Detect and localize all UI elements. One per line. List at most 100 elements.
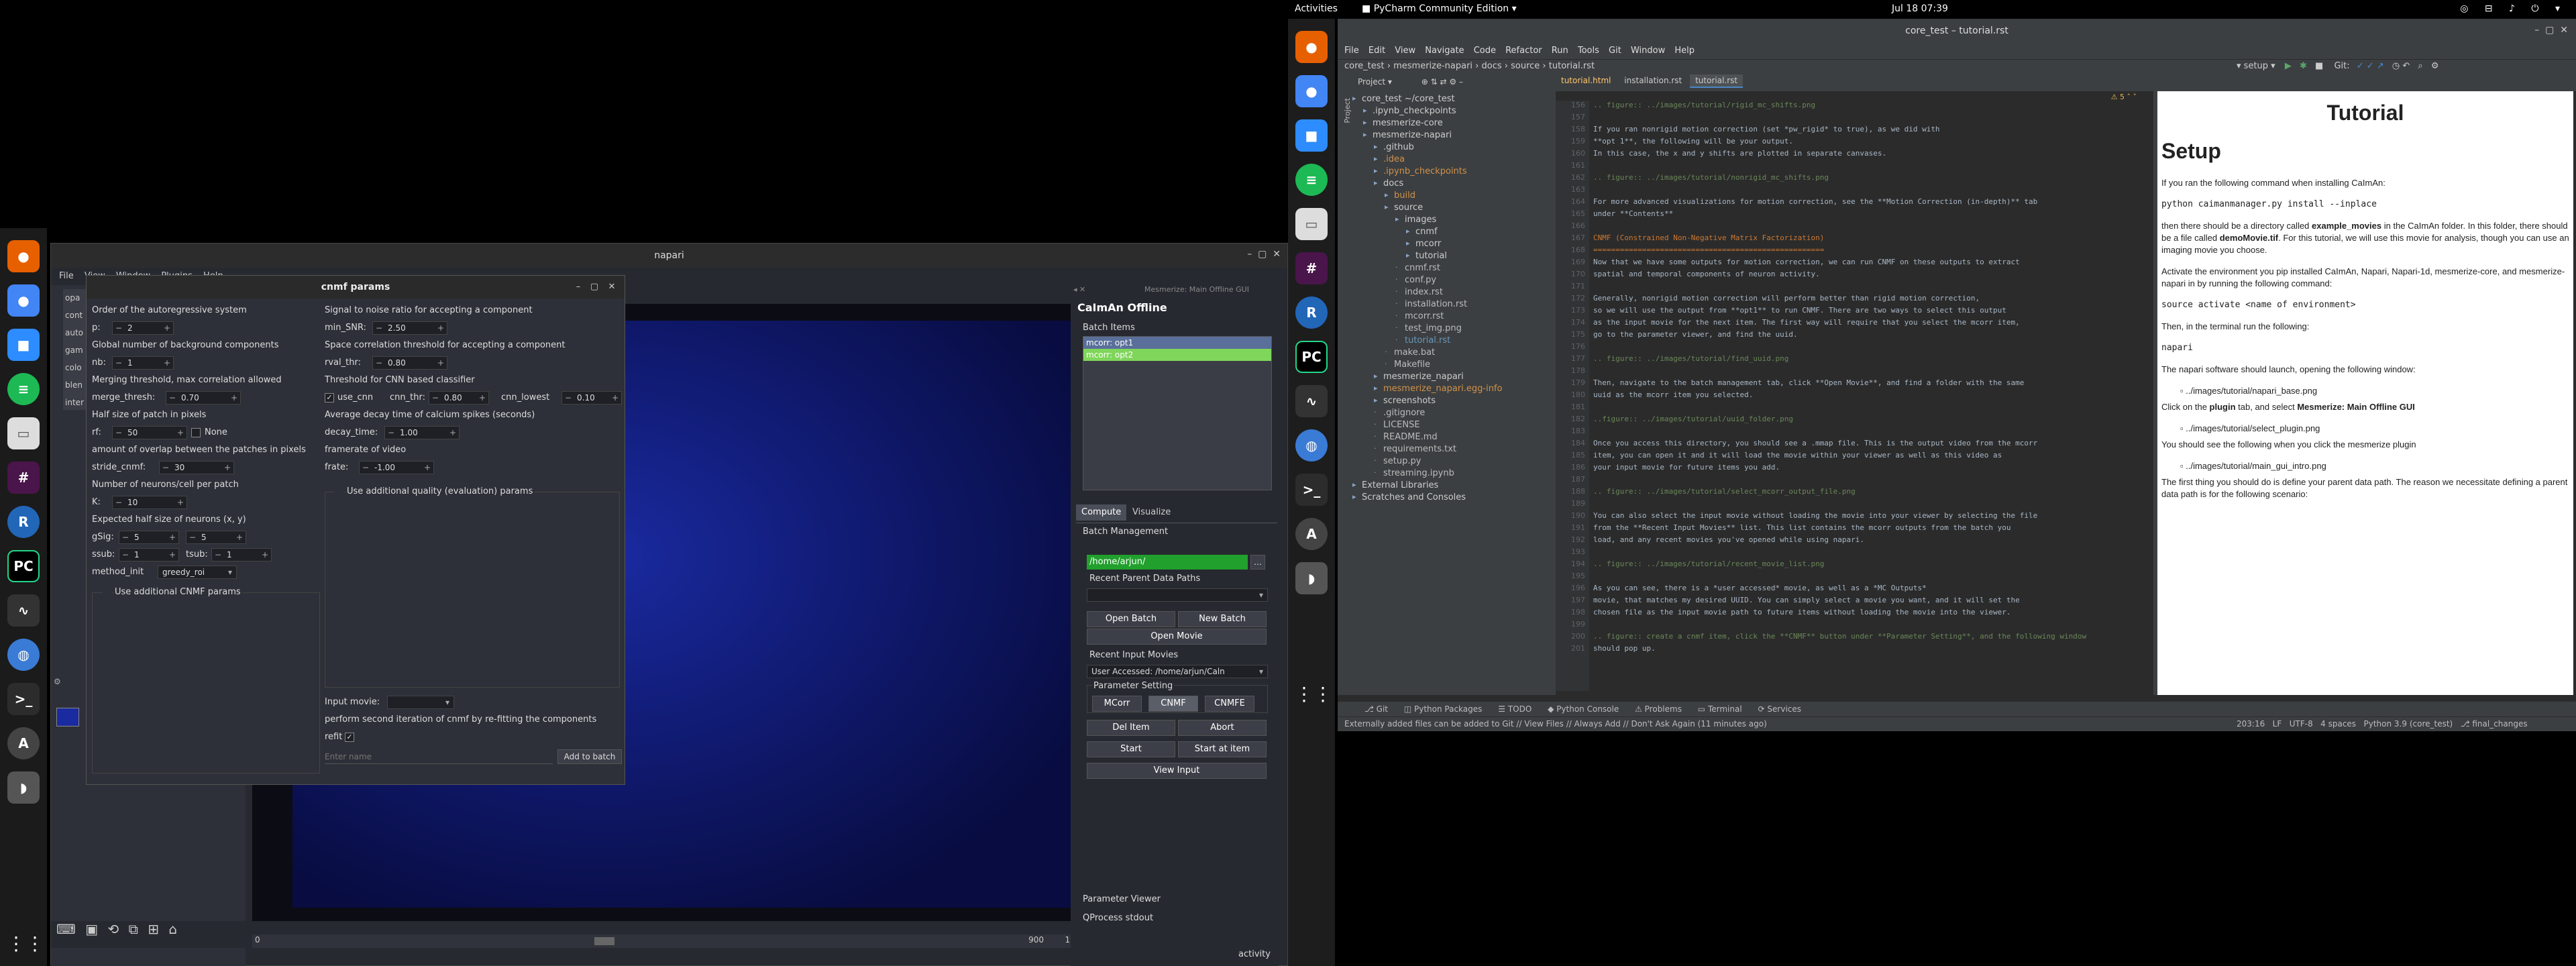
services-tab[interactable]: ⟳ Services	[1758, 704, 1802, 714]
code-line[interactable]: .. figure:: create a cnmf item, click th…	[1593, 632, 2086, 641]
gear-icon[interactable]: ⚙	[2431, 61, 2439, 71]
k-spinbox[interactable]: 10	[112, 496, 187, 509]
interpreter[interactable]: Python 3.9 (core_test)	[2364, 719, 2453, 729]
new-batch-button[interactable]: New Batch	[1178, 611, 1267, 627]
code-line[interactable]: ========================================…	[1593, 246, 1824, 254]
frate-spinbox[interactable]: -1.00	[359, 461, 434, 474]
terminal-icon[interactable]: >_	[7, 683, 40, 715]
open-batch-button[interactable]: Open Batch	[1087, 611, 1175, 627]
activities-button[interactable]: Activities	[1295, 3, 1338, 14]
tab-compute[interactable]: Compute	[1076, 504, 1127, 521]
tree-item[interactable]: index.rst	[1405, 287, 1443, 297]
split-divider[interactable]	[2153, 91, 2157, 695]
gsig-y-spinbox[interactable]: 5	[186, 531, 246, 544]
clock[interactable]: Jul 18 07:39	[1892, 3, 1948, 14]
crumb[interactable]: mesmerize-napari	[1393, 61, 1472, 71]
menu-run[interactable]: Run	[1552, 43, 1568, 59]
console-icon[interactable]: ⌨	[56, 921, 76, 937]
terminal-tab[interactable]: ▭ Terminal	[1698, 704, 1742, 714]
nb-spinbox[interactable]: 1	[112, 356, 174, 370]
slack-icon[interactable]: #	[7, 462, 40, 494]
crumb[interactable]: core_test	[1344, 61, 1385, 71]
menu-help[interactable]: Help	[1674, 43, 1695, 59]
tree-item[interactable]: .gitignore	[1383, 408, 1425, 418]
dock-close-icon[interactable]: ◂ ✕	[1073, 285, 1085, 294]
tree-item[interactable]: README.md	[1383, 432, 1438, 442]
tree-item[interactable]: installation.rst	[1405, 299, 1467, 309]
python-console-tab[interactable]: ◆ Python Console	[1548, 704, 1619, 714]
tsub-spinbox[interactable]: 1	[211, 548, 272, 561]
globe-icon[interactable]: ◍	[1295, 429, 1328, 462]
start-at-item-button[interactable]: Start at item	[1178, 741, 1267, 757]
code-content[interactable]: .. figure:: ../images/tutorial/rigid_mc_…	[1556, 101, 2146, 691]
additional-cnmf-checkbox[interactable]	[103, 588, 112, 598]
code-line[interactable]: uuid as the mcorr item you selected.	[1593, 390, 1753, 399]
stride-spinbox[interactable]: 30	[159, 461, 234, 474]
terminal-icon[interactable]: >_	[1295, 474, 1328, 506]
grid-icon[interactable]: ⊞	[148, 921, 159, 937]
system-tray[interactable]: ◎ ⊟ ♪ ⏻ ▾	[2460, 3, 2567, 14]
show-apps-icon[interactable]: ⋮⋮⋮	[7, 932, 63, 959]
cnn-thr-spinbox[interactable]: 0.80	[429, 391, 489, 405]
pycharm-icon[interactable]: PC	[7, 550, 40, 582]
spotify-icon[interactable]: ≡	[1295, 164, 1328, 196]
code-line[interactable]: Once you access this directory, you shou…	[1593, 439, 2037, 447]
encoding[interactable]: UTF-8	[2290, 719, 2313, 729]
code-line[interactable]: As you can see, there is a *user accesse…	[1593, 584, 1927, 592]
menu-code[interactable]: Code	[1474, 43, 1496, 59]
napari-icon[interactable]: ◗	[7, 771, 40, 804]
code-line[interactable]: You can also select the input movie with…	[1593, 511, 2037, 520]
close-icon[interactable]: ✕	[606, 281, 618, 293]
parameter-viewer-label[interactable]: Parameter Viewer	[1083, 894, 1161, 904]
anaconda-icon[interactable]: A	[1295, 518, 1328, 550]
cnmf-button[interactable]: CNMF	[1148, 696, 1198, 712]
item-name-input[interactable]	[325, 749, 553, 764]
tree-item[interactable]: .idea	[1383, 154, 1405, 164]
code-line[interactable]: .. figure:: ../images/tutorial/find_uuid…	[1593, 354, 1788, 363]
code-line[interactable]: load, and any recent movies you've opene…	[1593, 535, 1864, 544]
code-line[interactable]: .. figure:: ../images/tutorial/recent_mo…	[1593, 559, 1824, 568]
home-icon[interactable]: ⌂	[168, 921, 177, 937]
menu-git[interactable]: Git	[1609, 43, 1621, 59]
tab-tutorial-html[interactable]: tutorial.html	[1556, 74, 1616, 87]
refit-checkbox[interactable]: ✓	[345, 733, 354, 742]
menu-view[interactable]: View	[1395, 43, 1415, 59]
firefox-icon[interactable]: ●	[7, 240, 40, 272]
tree-item[interactable]: source	[1394, 203, 1423, 213]
code-line[interactable]: Now that we have some outputs for motion…	[1593, 258, 2020, 266]
qprocess-stdout-label[interactable]: QProcess stdout	[1083, 913, 1153, 923]
minimize-icon[interactable]: –	[572, 281, 584, 293]
todo-tab[interactable]: ☰ TODO	[1498, 704, 1532, 714]
tree-item[interactable]: mcorr.rst	[1405, 311, 1444, 321]
project-label[interactable]: Project	[1358, 77, 1385, 87]
tree-item[interactable]: .ipynb_checkpoints	[1383, 166, 1467, 176]
open-movie-button[interactable]: Open Movie	[1087, 629, 1267, 645]
code-line[interactable]: spatial and temporal components of neuro…	[1593, 270, 1820, 278]
slack-icon[interactable]: #	[1295, 252, 1328, 284]
slider-thumb[interactable]	[594, 937, 614, 945]
firefox-icon[interactable]: ●	[1295, 31, 1328, 63]
code-line[interactable]: Generally, nonrigid motion correction wi…	[1593, 294, 1980, 303]
code-line[interactable]: For more advanced visualizations for mot…	[1593, 197, 2037, 206]
tree-item[interactable]: mcorr	[1415, 239, 1441, 249]
caret-position[interactable]: 203:16	[2237, 719, 2265, 729]
tree-item[interactable]: setup.py	[1383, 456, 1421, 466]
tree-item[interactable]: mesmerize_napari.egg-info	[1383, 384, 1502, 394]
r-icon[interactable]: R	[1295, 297, 1328, 329]
tree-item[interactable]: mesmerize_napari	[1383, 372, 1464, 382]
tree-item[interactable]: make.bat	[1394, 347, 1435, 358]
menu-file[interactable]: File	[1344, 43, 1359, 59]
tree-item[interactable]: requirements.txt	[1383, 444, 1456, 454]
transpose-icon[interactable]: ⧉	[129, 921, 138, 937]
code-line[interactable]: movie, that matches my desired UUID. You…	[1593, 596, 2020, 604]
menu-window[interactable]: Window	[1631, 43, 1665, 59]
mcorr-button[interactable]: MCorr	[1092, 696, 1142, 712]
tree-item[interactable]: Scratches and Consoles	[1362, 492, 1466, 502]
maximize-icon[interactable]: ▢	[588, 281, 600, 293]
crumb[interactable]: docs	[1482, 61, 1502, 71]
add-to-batch-button[interactable]: Add to batch	[557, 749, 622, 764]
code-line[interactable]: .. figure:: ../images/tutorial/select_mc…	[1593, 487, 1856, 496]
tab-visualize[interactable]: Visualize	[1127, 504, 1176, 521]
chrome-icon[interactable]: ●	[7, 284, 40, 317]
code-line[interactable]: chosen file as the input movie path to f…	[1593, 608, 2011, 616]
